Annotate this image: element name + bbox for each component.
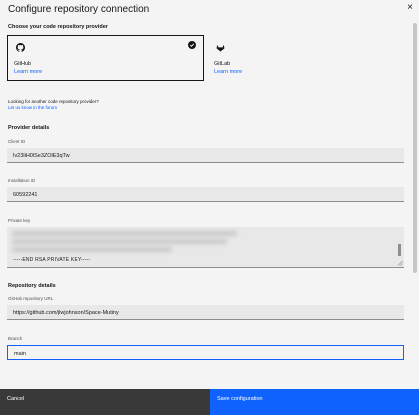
modal-title: Configure repository connection <box>8 4 150 15</box>
github-tile-name: GitHub <box>14 61 32 67</box>
github-learn-more-link[interactable]: Learn more <box>14 69 42 75</box>
modal-scrollbar[interactable] <box>412 19 418 389</box>
client-id-input[interactable]: Iv23liH0lSe3ZOlE3qTw <box>7 148 404 163</box>
textarea-scrollbar[interactable] <box>398 244 401 256</box>
gitlab-provider-tile[interactable]: GitLab Learn more <box>207 35 404 81</box>
private-key-end-line: -----END RSA PRIVATE KEY----- <box>13 257 91 263</box>
github-icon <box>16 43 25 52</box>
provider-section-label: Choose your code repository provider <box>8 24 108 30</box>
repository-connection-modal: Configure repository connection × Choose… <box>0 0 419 415</box>
modal-body[interactable]: Choose your code repository provider Git… <box>0 19 411 389</box>
installation-id-input[interactable]: 60592241 <box>7 187 404 202</box>
forum-link[interactable]: Let us know in the forum <box>8 105 57 110</box>
gitlab-tile-name: GitLab <box>214 61 231 67</box>
scrollbar-thumb[interactable] <box>413 23 417 273</box>
github-provider-tile[interactable]: GitHub Learn more <box>7 35 204 81</box>
branch-label: Branch <box>8 336 23 341</box>
private-key-textarea[interactable]: -----END RSA PRIVATE KEY----- <box>7 227 404 268</box>
other-provider-helper: Looking for another code repository prov… <box>8 99 99 104</box>
resize-handle-icon[interactable] <box>397 260 403 266</box>
client-id-label: Client ID <box>8 139 26 144</box>
repository-url-input[interactable]: https://github.com/jlwjohnson/Space-Muti… <box>7 305 404 320</box>
modal-footer: Cancel Save configuration <box>0 389 419 415</box>
gitlab-icon <box>216 44 225 52</box>
gitlab-learn-more-link[interactable]: Learn more <box>214 69 242 75</box>
checkmark-filled-icon <box>188 41 196 49</box>
repository-url-label: GitHub repository URL <box>8 296 54 301</box>
save-configuration-button[interactable]: Save configuration <box>210 389 419 415</box>
installation-id-label: Installation ID <box>8 178 36 183</box>
close-icon[interactable]: × <box>407 3 413 13</box>
redacted-key-line <box>12 239 227 244</box>
redacted-key-line <box>12 247 172 252</box>
private-key-label: Private key <box>8 218 31 223</box>
repository-details-label: Repository details <box>8 283 56 289</box>
redacted-key-line <box>12 231 237 236</box>
modal-header: Configure repository connection × <box>0 0 419 19</box>
branch-input[interactable]: main <box>7 345 404 360</box>
provider-details-label: Provider details <box>8 125 50 131</box>
cancel-button[interactable]: Cancel <box>0 389 210 415</box>
